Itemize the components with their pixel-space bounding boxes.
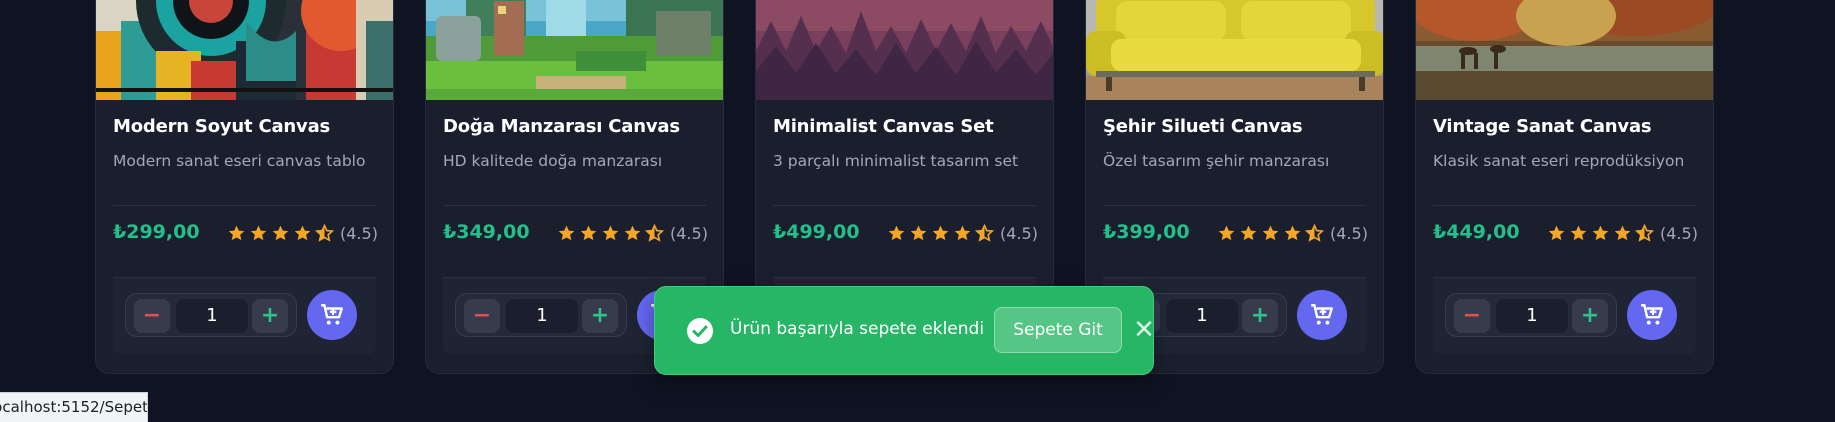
rating-count: (4.5) <box>670 223 708 243</box>
close-icon[interactable]: ✕ <box>1131 317 1157 343</box>
product-image-abstract[interactable] <box>96 0 393 100</box>
star-icon <box>1240 225 1257 240</box>
quantity-stepper: − 1 + <box>125 293 297 337</box>
star-icon <box>580 225 597 240</box>
rating-count: (4.5) <box>1000 223 1038 243</box>
divider <box>773 205 1036 206</box>
product-card: Modern Soyut Canvas Modern sanat eseri c… <box>95 0 394 374</box>
product-rating: (4.5) <box>1217 221 1368 245</box>
go-to-cart-button[interactable]: Sepete Git <box>994 307 1122 353</box>
quantity-input[interactable]: 1 <box>506 299 578 333</box>
increase-button[interactable]: + <box>582 299 618 333</box>
product-title[interactable]: Vintage Sanat Canvas <box>1433 116 1652 137</box>
cart-controls: − 1 + <box>1433 278 1696 354</box>
product-image-forest[interactable] <box>756 0 1053 100</box>
quantity-input[interactable]: 1 <box>1496 299 1568 333</box>
product-rating: (4.5) <box>557 221 708 245</box>
increase-button[interactable]: + <box>1572 299 1608 333</box>
product-price: ₺349,00 <box>443 221 530 243</box>
divider <box>1433 205 1696 206</box>
quantity-stepper: − 1 + <box>1445 293 1617 337</box>
browser-status-url: localhost:5152/Sepet <box>0 392 148 422</box>
star-half-icon <box>315 223 334 242</box>
product-rating: (4.5) <box>887 221 1038 245</box>
star-icon <box>1592 225 1609 240</box>
cart-plus-icon <box>1641 304 1663 325</box>
quantity-input[interactable]: 1 <box>1166 299 1238 333</box>
star-half-icon <box>645 223 664 242</box>
star-icon <box>602 225 619 240</box>
star-half-icon <box>975 223 994 242</box>
cart-controls: − 1 + <box>113 278 376 354</box>
product-image-nature[interactable] <box>426 0 723 100</box>
product-price: ₺449,00 <box>1433 221 1520 243</box>
product-title[interactable]: Minimalist Canvas Set <box>773 116 994 137</box>
star-icon <box>954 225 971 240</box>
product-image-sofa[interactable] <box>1086 0 1383 100</box>
product-rating: (4.5) <box>1547 221 1698 245</box>
star-icon <box>272 225 289 240</box>
star-icon <box>910 225 927 240</box>
product-title[interactable]: Modern Soyut Canvas <box>113 116 330 137</box>
star-icon <box>558 225 575 240</box>
rating-count: (4.5) <box>1660 223 1698 243</box>
star-icon <box>624 225 641 240</box>
add-to-cart-button[interactable] <box>307 290 357 340</box>
increase-button[interactable]: + <box>252 299 288 333</box>
star-icon <box>1570 225 1587 240</box>
cart-plus-icon <box>1311 304 1333 325</box>
product-price: ₺399,00 <box>1103 221 1190 243</box>
star-icon <box>932 225 949 240</box>
product-price: ₺299,00 <box>113 221 200 243</box>
add-to-cart-button[interactable] <box>1297 290 1347 340</box>
star-icon <box>1548 225 1565 240</box>
star-icon <box>294 225 311 240</box>
star-half-icon <box>1305 223 1324 242</box>
increase-button[interactable]: + <box>1242 299 1278 333</box>
success-toast: Ürün başarıyla sepete eklendi Sepete Git… <box>654 286 1157 375</box>
decrease-button[interactable]: − <box>1454 299 1490 333</box>
check-circle-icon <box>687 318 713 344</box>
star-icon <box>888 225 905 240</box>
product-description: HD kalitede doğa manzarası <box>443 152 663 170</box>
rating-count: (4.5) <box>340 223 378 243</box>
product-description: Özel tasarım şehir manzarası <box>1103 152 1330 170</box>
product-card: Vintage Sanat Canvas Klasik sanat eseri … <box>1415 0 1714 374</box>
product-price: ₺499,00 <box>773 221 860 243</box>
divider <box>113 205 376 206</box>
product-grid-page: Modern Soyut Canvas Modern sanat eseri c… <box>0 0 1835 422</box>
product-description: 3 parçalı minimalist tasarım set <box>773 152 1019 170</box>
cart-plus-icon <box>321 304 343 325</box>
product-rating: (4.5) <box>227 221 378 245</box>
decrease-button[interactable]: − <box>464 299 500 333</box>
product-description: Modern sanat eseri canvas tablo <box>113 152 366 170</box>
product-title[interactable]: Doğa Manzarası Canvas <box>443 116 680 137</box>
star-icon <box>1218 225 1235 240</box>
star-half-icon <box>1635 223 1654 242</box>
star-icon <box>1262 225 1279 240</box>
product-title[interactable]: Şehir Silueti Canvas <box>1103 116 1303 137</box>
star-icon <box>250 225 267 240</box>
add-to-cart-button[interactable] <box>1627 290 1677 340</box>
product-image-autumn-lake[interactable] <box>1416 0 1713 100</box>
quantity-stepper: − 1 + <box>455 293 627 337</box>
product-description: Klasik sanat eseri reprodüksiyon <box>1433 152 1685 170</box>
quantity-input[interactable]: 1 <box>176 299 248 333</box>
divider <box>443 205 706 206</box>
divider <box>1103 205 1366 206</box>
rating-count: (4.5) <box>1330 223 1368 243</box>
star-icon <box>228 225 245 240</box>
status-url-text: localhost:5152/Sepet <box>0 398 148 416</box>
star-icon <box>1614 225 1631 240</box>
toast-message: Ürün başarıyla sepete eklendi <box>730 319 985 339</box>
star-icon <box>1284 225 1301 240</box>
decrease-button[interactable]: − <box>134 299 170 333</box>
